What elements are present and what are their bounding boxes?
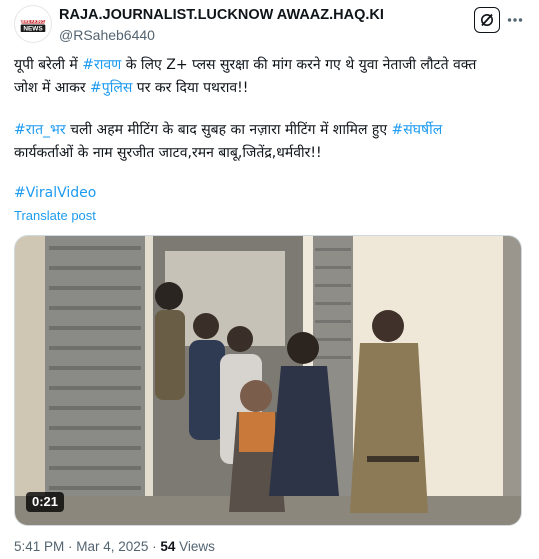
hashtag-link[interactable]: #संघर्षील (392, 122, 443, 138)
post-paragraph-3: #ViralVideo (14, 182, 529, 205)
translate-post-link[interactable]: Translate post (14, 208, 96, 223)
hashtag-link[interactable]: #पुलिस (90, 80, 132, 96)
grok-button[interactable] (474, 7, 500, 33)
post-metadata: 5:41 PM · Mar 4, 2025 · 54 Views (14, 539, 215, 554)
hashtag-link[interactable]: #ViralVideo (14, 185, 96, 201)
text-span: यूपी बरेली में (14, 57, 83, 73)
post-date[interactable]: Mar 4, 2025 (76, 539, 148, 554)
text-span: कार्यकर्ताओं के नाम सुरजीत जाटव,रमन बाबू… (14, 145, 322, 161)
video-duration-badge: 0:21 (26, 492, 65, 512)
more-icon (507, 18, 523, 22)
tweet: BREAKING NEWS RAJA.JOURNALIST.LUCKNOW AW… (0, 0, 539, 559)
video-player[interactable] (14, 235, 522, 526)
display-name[interactable]: RAJA.JOURNALIST.LUCKNOW AWAAZ.HAQ.KI (59, 7, 384, 23)
text-span: पर कर दिया पथराव!! (132, 80, 249, 96)
separator: · (64, 539, 77, 554)
text-span: के लिए Z+ प्लस सुरक्षा की मांग करने गए थ… (121, 57, 477, 73)
views-label: Views (175, 539, 215, 554)
more-button[interactable] (503, 8, 527, 32)
user-handle[interactable]: @RSaheb6440 (59, 27, 155, 43)
post-time[interactable]: 5:41 PM (14, 539, 64, 554)
svg-text:BREAKING: BREAKING (21, 19, 45, 24)
hashtag-link[interactable]: #रात_भर (14, 122, 66, 138)
post-paragraph-1: यूपी बरेली में #रावण के लिए Z+ प्लस सुरक… (14, 54, 529, 100)
svg-text:NEWS: NEWS (23, 26, 43, 33)
separator: · (148, 539, 161, 554)
hashtag-link[interactable]: #रावण (82, 57, 121, 73)
avatar[interactable]: BREAKING NEWS (14, 5, 52, 43)
post-paragraph-2: #रात_भर चली अहम मीटिंग के बाद सुबह का नज… (14, 119, 529, 165)
text-span: जोश में आकर (14, 80, 91, 96)
views-count[interactable]: 54 (160, 539, 175, 554)
breaking-news-logo: BREAKING NEWS (15, 6, 51, 42)
grok-icon (481, 13, 493, 27)
text-span: चली अहम मीटिंग के बाद सुबह का नज़ारा मीट… (65, 122, 392, 138)
video-thumbnail (15, 236, 521, 525)
